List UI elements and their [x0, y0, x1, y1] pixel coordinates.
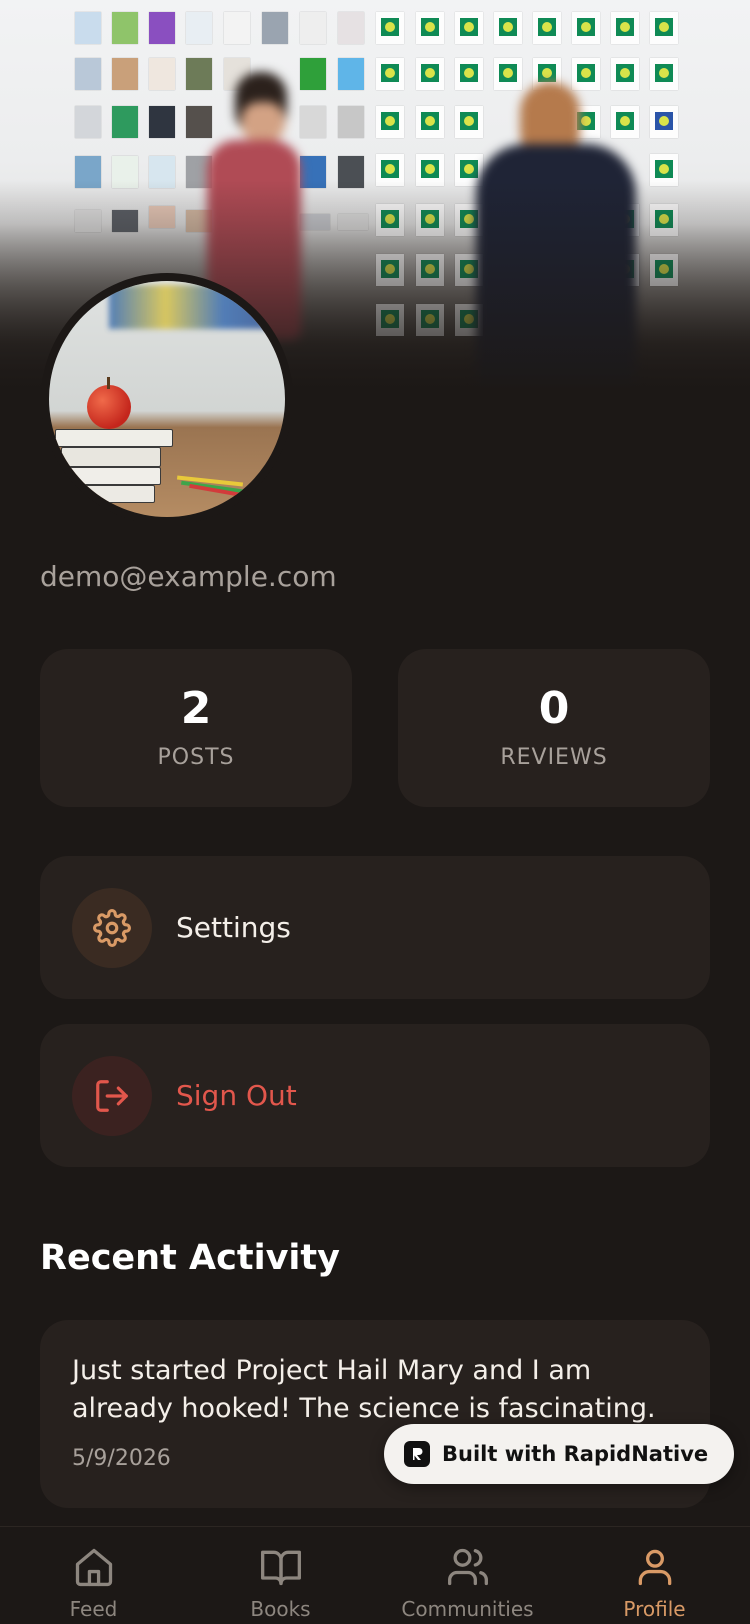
recent-activity-title: Recent Activity: [40, 1238, 340, 1278]
reviews-count: 0: [538, 683, 570, 734]
rapidnative-logo-icon: [404, 1441, 430, 1467]
badge-text: Built with RapidNative: [442, 1442, 709, 1466]
sign-out-icon-circle: [72, 1056, 152, 1136]
users-icon: [447, 1548, 488, 1586]
avatar-image: [49, 281, 285, 517]
reviews-label: REVIEWS: [500, 745, 608, 770]
tab-communities-label: Communities: [401, 1597, 534, 1621]
tab-feed-label: Feed: [69, 1597, 118, 1621]
tab-feed[interactable]: Feed: [0, 1527, 187, 1624]
built-with-badge[interactable]: Built with RapidNative: [384, 1424, 735, 1484]
gear-icon: [93, 909, 131, 947]
avatar[interactable]: [41, 273, 293, 525]
posts-stat-card[interactable]: 2 POSTS: [40, 649, 352, 807]
posts-count: 2: [180, 683, 212, 734]
user-icon: [638, 1549, 671, 1586]
sign-out-label: Sign Out: [176, 1079, 297, 1112]
post-text: Just started Project Hail Mary and I am …: [72, 1355, 656, 1424]
settings-icon-circle: [72, 888, 152, 968]
settings-button[interactable]: Settings: [40, 856, 710, 999]
tab-books[interactable]: Books: [187, 1527, 374, 1624]
tab-profile-label: Profile: [623, 1597, 686, 1621]
settings-label: Settings: [176, 911, 291, 944]
home-icon: [75, 1548, 112, 1587]
post-date: 5/9/2026: [72, 1446, 171, 1471]
tab-profile[interactable]: Profile: [561, 1527, 748, 1624]
log-out-icon: [96, 1080, 128, 1112]
reviews-stat-card[interactable]: 0 REVIEWS: [398, 649, 710, 807]
tab-books-label: Books: [250, 1597, 311, 1621]
sign-out-button[interactable]: Sign Out: [40, 1024, 710, 1167]
tab-communities[interactable]: Communities: [374, 1527, 561, 1624]
posts-label: POSTS: [157, 745, 235, 770]
bottom-tab-bar: Feed Books Communities Profile: [0, 1526, 750, 1624]
book-icon: [260, 1550, 301, 1586]
user-email: demo@example.com: [40, 560, 337, 593]
